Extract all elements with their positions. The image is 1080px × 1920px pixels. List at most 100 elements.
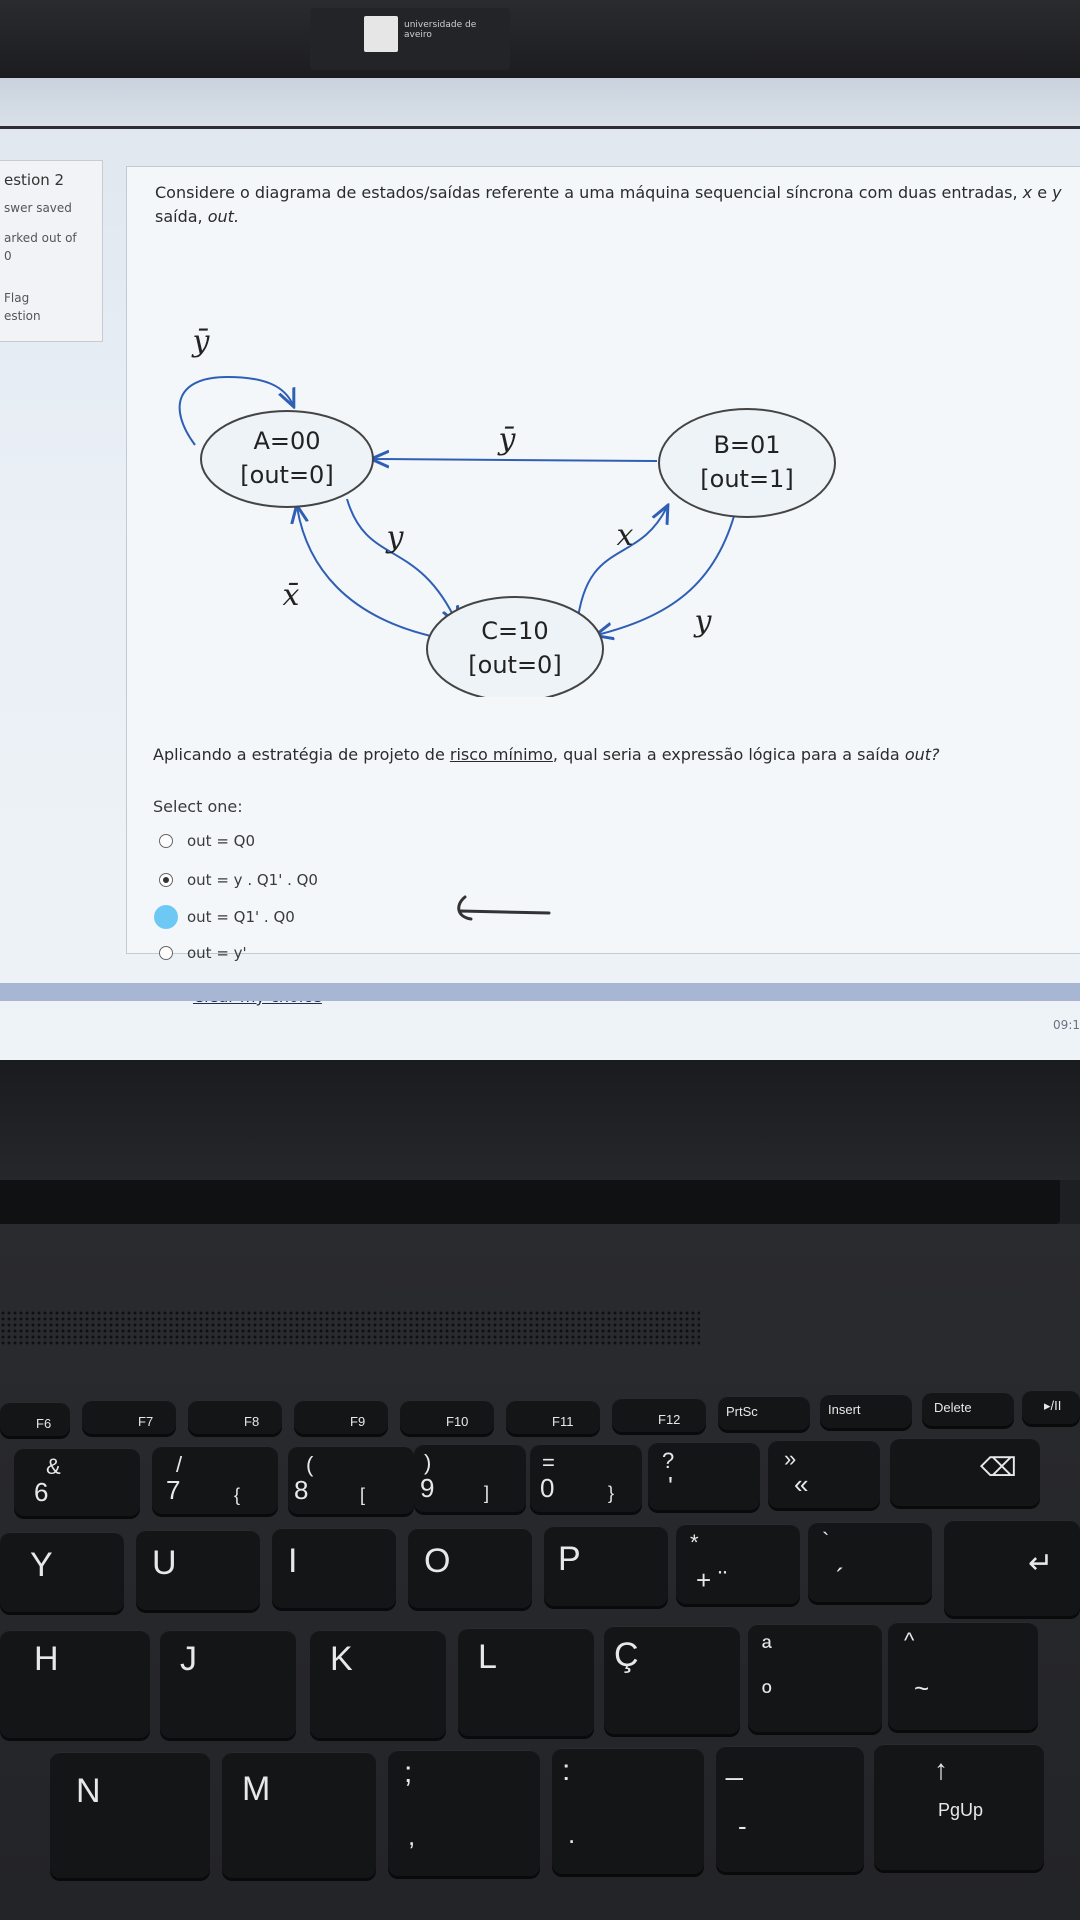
key-insert[interactable]: Insert [820, 1394, 912, 1428]
key-6[interactable]: & 6 [14, 1448, 140, 1516]
handwritten-arrow-icon [457, 895, 551, 921]
key-7[interactable]: /7{ [152, 1446, 278, 1514]
key-f7[interactable]: F7 [82, 1400, 176, 1434]
key-p[interactable]: P [544, 1526, 668, 1606]
prompt-after: , qual seria a expressão lógica para a s… [552, 745, 900, 764]
option-label: out = Q0 [187, 832, 256, 850]
key-f11[interactable]: F11 [506, 1400, 600, 1434]
question-text: Considere o diagrama de estados/saídas r… [155, 181, 1080, 229]
key-acute[interactable]: ` ´ [808, 1522, 932, 1602]
option-2[interactable]: out = y . Q1' . Q0 [159, 866, 318, 894]
key-j[interactable]: J [160, 1630, 296, 1738]
key-i[interactable]: I [272, 1528, 396, 1608]
key-semicolon[interactable]: ;, [388, 1750, 540, 1876]
key-l[interactable]: L [458, 1628, 594, 1736]
key-backspace[interactable]: ⌫ [890, 1438, 1040, 1506]
laptop-hinge [0, 1060, 1080, 1180]
key-f10[interactable]: F10 [400, 1400, 494, 1434]
key-f12[interactable]: F12 [612, 1398, 706, 1432]
flag-label-2: estion [4, 309, 41, 323]
key-f8[interactable]: F8 [188, 1400, 282, 1434]
key-apostrophe[interactable]: ? ' [648, 1442, 760, 1510]
label-b-to-a: ȳ [497, 422, 517, 457]
state-c-output: [out=0] [468, 651, 561, 679]
transition-b-to-a [373, 459, 658, 461]
key-h[interactable]: H [0, 1630, 150, 1738]
option-label: out = Q1' . Q0 [187, 908, 295, 926]
state-a [200, 410, 374, 508]
label-b-to-c: y [693, 604, 713, 639]
flag-label: Flag [4, 291, 30, 305]
key-minus[interactable]: _ - [716, 1746, 864, 1872]
transition-c-to-a [297, 507, 436, 638]
key-n[interactable]: N [50, 1752, 210, 1878]
key-0[interactable]: = 0} [530, 1444, 642, 1512]
key-9[interactable]: ) 9] [414, 1444, 526, 1512]
question-marks: arked out of 0 [4, 229, 77, 265]
key-u[interactable]: U [136, 1530, 260, 1610]
university-logo: universidade de aveiro [310, 8, 510, 70]
question-info-box: estion 2 swer saved arked out of 0 Flag … [0, 160, 103, 342]
key-pgup[interactable]: ↑ PgUp [874, 1744, 1044, 1870]
prompt-link: risco mínimo [449, 745, 553, 764]
key-play-pause[interactable]: ▸/II [1022, 1390, 1080, 1424]
laptop-top-bezel: universidade de aveiro [0, 0, 1080, 80]
input-y: y [1052, 183, 1062, 202]
key-plus[interactable]: * + ¨ [676, 1524, 800, 1604]
prompt-before: Aplicando a estratégia de projeto de [153, 745, 445, 764]
hinge-bar [0, 1180, 1060, 1224]
state-b [658, 408, 836, 518]
marks-label: arked out of [4, 231, 77, 245]
question-text-prefix: Considere o diagrama de estados/saídas r… [155, 183, 1018, 202]
state-a-name: A=00 [253, 427, 320, 455]
state-c [426, 596, 604, 697]
browser-top-bar [0, 78, 1080, 129]
question-content: Considere o diagrama de estados/saídas r… [126, 166, 1080, 1006]
key-enter[interactable]: ↵ [944, 1520, 1080, 1616]
prompt-out: out? [904, 745, 940, 764]
key-delete[interactable]: Delete [922, 1392, 1014, 1426]
marks-value: 0 [4, 249, 12, 263]
select-one-label: Select one: [153, 797, 243, 816]
key-8[interactable]: (8[ [288, 1446, 414, 1514]
key-prtsc[interactable]: PrtSc [718, 1396, 810, 1430]
transition-a-to-c [346, 498, 457, 623]
state-a-output: [out=0] [240, 461, 333, 489]
question-prompt: Aplicando a estratégia de projeto de ris… [153, 745, 1080, 764]
radio-button[interactable] [159, 946, 173, 960]
key-colon[interactable]: :. [552, 1748, 704, 1874]
key-k[interactable]: K [310, 1630, 446, 1738]
radio-button[interactable] [159, 873, 173, 887]
logo-text: universidade de aveiro [404, 20, 477, 40]
option-4[interactable]: out = y' [159, 939, 247, 967]
flag-question-link[interactable]: Flag estion [4, 289, 41, 325]
key-ordinal[interactable]: ªº [748, 1624, 882, 1732]
key-f9[interactable]: F9 [294, 1400, 388, 1434]
key-f6[interactable]: F6 [0, 1402, 70, 1436]
question-text-e: e [1037, 183, 1048, 202]
state-diagram: A=00 [out=0] B=01 [out=1] C=10 [out=0] ȳ… [178, 324, 836, 697]
state-b-name: B=01 [713, 431, 780, 459]
key-tilde[interactable]: ^ ~ [888, 1622, 1038, 1730]
logo-mark-icon [364, 16, 398, 52]
radio-button[interactable] [159, 834, 173, 848]
key-c-cedilla[interactable]: Ç [604, 1626, 740, 1734]
state-b-output: [out=1] [700, 465, 793, 493]
label-a-self: ȳ [191, 324, 211, 359]
option-3[interactable]: out = Q1' . Q0 [154, 903, 295, 931]
speaker-grille [0, 1310, 700, 1346]
state-c-name: C=10 [481, 617, 548, 645]
key-m[interactable]: M [222, 1752, 376, 1878]
option-1[interactable]: out = Q0 [159, 827, 255, 855]
key-guillemets[interactable]: » « [768, 1440, 880, 1508]
option-label: out = y' [187, 944, 247, 962]
radio-button[interactable] [154, 905, 178, 929]
label-c-to-a: x̄ [283, 578, 300, 613]
clock: 09:1 [1053, 1018, 1080, 1032]
label-a-to-c: y [385, 520, 405, 555]
output-name: out. [207, 207, 240, 226]
question-text-line2: saída, [155, 207, 203, 226]
page-footer-stripe [0, 983, 1080, 1001]
key-y[interactable]: Y [0, 1532, 124, 1612]
key-o[interactable]: O [408, 1528, 532, 1608]
